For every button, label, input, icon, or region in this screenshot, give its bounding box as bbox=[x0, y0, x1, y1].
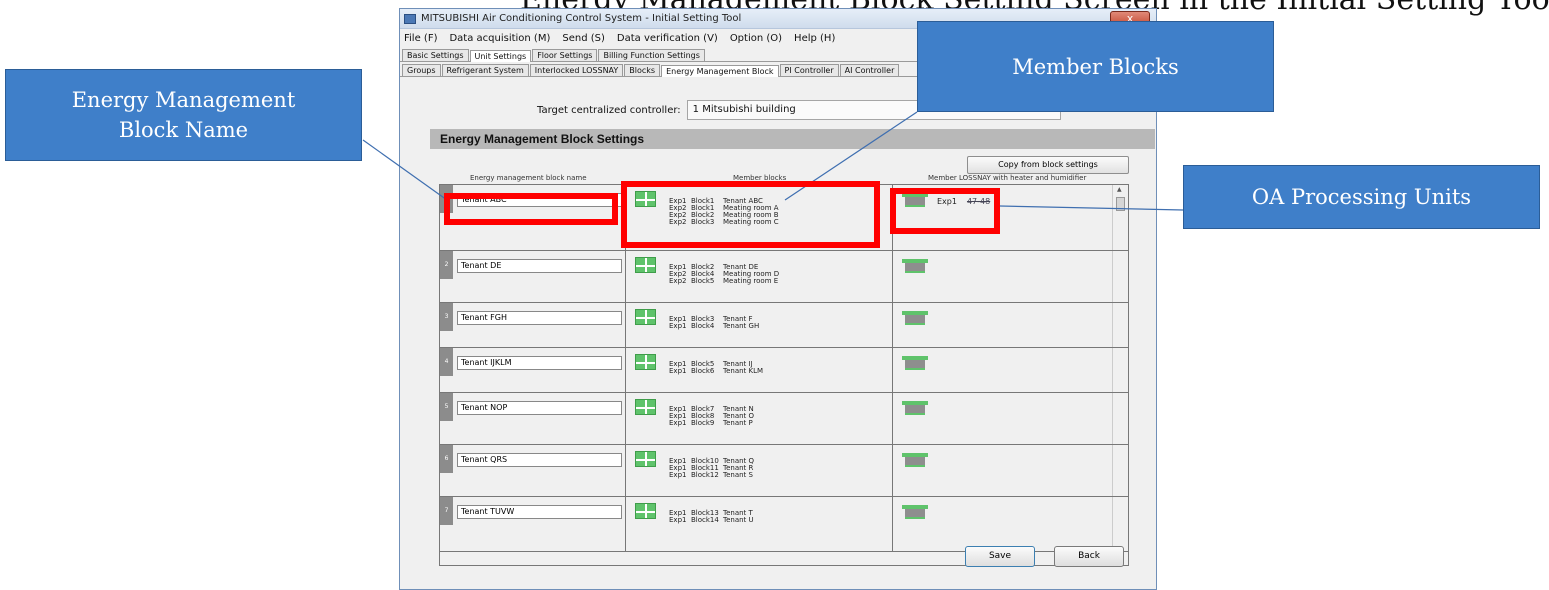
callout-oa-units: OA Processing Units bbox=[1183, 165, 1540, 229]
callout-block-name: Energy Management Block Name bbox=[5, 69, 362, 161]
highlight-oa-units bbox=[890, 188, 1000, 234]
callout-member-blocks: Member Blocks bbox=[917, 21, 1274, 112]
highlight-block-name bbox=[444, 193, 618, 225]
highlight-member-blocks bbox=[621, 181, 880, 248]
